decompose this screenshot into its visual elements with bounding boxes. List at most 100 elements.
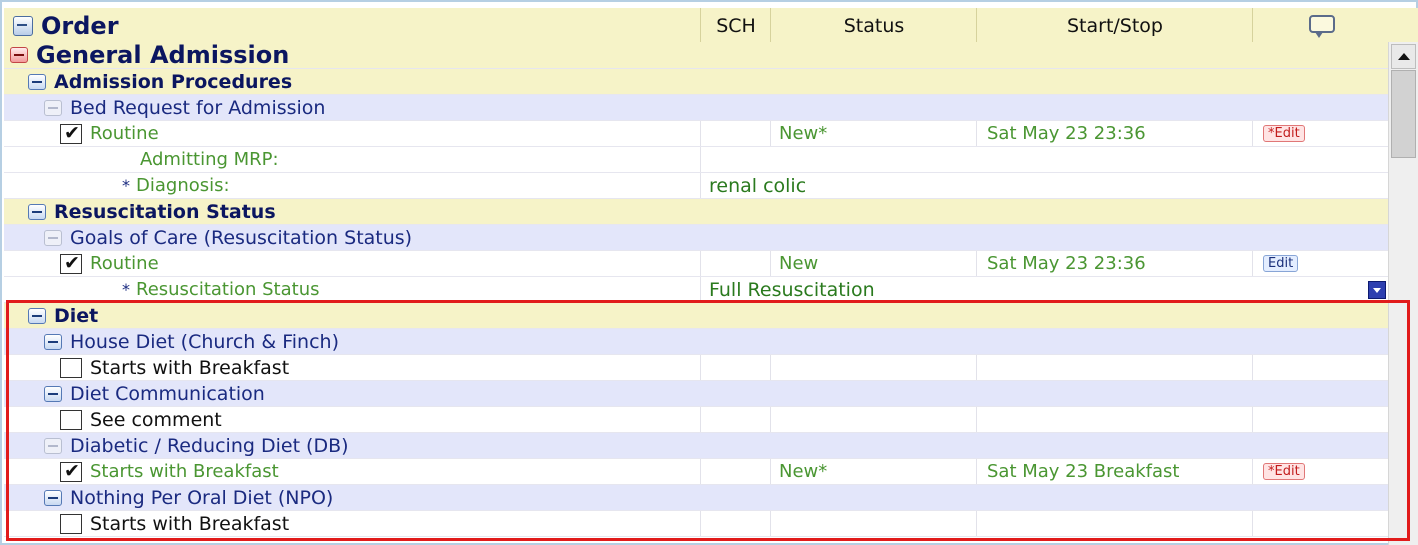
detail-label-wrap: * Resuscitation Status	[122, 277, 319, 302]
order-sentence-wrap: See comment	[60, 407, 222, 432]
vertical-scrollbar[interactable]	[1388, 42, 1418, 545]
order-label-wrap: Nothing Per Oral Diet (NPO)	[44, 485, 333, 510]
category-resuscitation-status: Resuscitation Status	[4, 199, 1388, 225]
order-sentence-label: See comment	[90, 408, 222, 431]
detail-label-wrap: Admitting MRP:	[140, 147, 279, 172]
collapse-icon[interactable]	[44, 385, 62, 402]
start-cell: Sat May 23 Breakfast	[976, 459, 1252, 484]
scroll-up-arrow-icon[interactable]	[1391, 44, 1416, 69]
order-house-diet: House Diet (Church & Finch)	[4, 329, 1388, 355]
order-sentence-label: Starts with Breakfast	[90, 461, 279, 482]
header-comment[interactable]	[1252, 8, 1391, 42]
order-sentence-label: Routine	[90, 123, 159, 144]
order-list: General Admission Admission Procedures B…	[4, 41, 1388, 537]
detail-value-cell[interactable]: renal colic	[700, 173, 1388, 198]
order-sentence-row[interactable]: Starts with Breakfast	[4, 511, 1388, 537]
edit-button[interactable]: *Edit	[1263, 125, 1305, 142]
collapse-icon[interactable]	[10, 47, 28, 63]
order-sentence-wrap: Starts with Breakfast	[60, 355, 289, 380]
order-title: Goals of Care (Resuscitation Status)	[70, 226, 413, 249]
collapse-icon[interactable]	[28, 73, 46, 90]
status-cell: New	[770, 251, 976, 276]
collapse-icon[interactable]	[28, 307, 46, 324]
collapse-all-icon[interactable]	[13, 16, 33, 36]
start-value: Sat May 23 23:36	[987, 123, 1146, 144]
category-label-wrap: Diet	[28, 303, 98, 328]
order-bed-request: Bed Request for Admission	[4, 95, 1388, 121]
header-status[interactable]: Status	[770, 8, 977, 42]
order-sentence-wrap: Starts with Breakfast	[60, 511, 289, 536]
order-checkbox[interactable]	[60, 252, 82, 274]
order-panel: Order SCH Status Start/Stop General Admi…	[0, 0, 1418, 545]
header-start-stop[interactable]: Start/Stop	[976, 8, 1253, 42]
start-cell: Sat May 23 23:36	[976, 251, 1252, 276]
collapse-icon[interactable]	[44, 437, 62, 454]
section-general-admission: General Admission	[4, 41, 1388, 69]
order-sentence-row[interactable]: Starts with Breakfast New* Sat May 23 Br…	[4, 459, 1388, 485]
header-order-label: Order	[41, 12, 119, 40]
header-sch[interactable]: SCH	[700, 8, 771, 42]
edit-button[interactable]: *Edit	[1263, 463, 1305, 480]
collapse-icon[interactable]	[44, 99, 62, 116]
status-cell	[770, 355, 976, 380]
order-label-wrap: Bed Request for Admission	[44, 95, 325, 120]
required-marker: *	[122, 176, 130, 195]
order-label-wrap: Diabetic / Reducing Diet (DB)	[44, 433, 349, 458]
order-checkbox[interactable]	[60, 122, 82, 144]
status-cell: New*	[770, 459, 976, 484]
collapse-icon[interactable]	[44, 489, 62, 506]
category-title: Admission Procedures	[54, 70, 293, 93]
status-value: New*	[779, 461, 828, 482]
order-sentence-label: Routine	[90, 253, 159, 274]
order-diabetic-diet: Diabetic / Reducing Diet (DB)	[4, 433, 1388, 459]
order-sentence-row[interactable]: Routine New* Sat May 23 23:36 *Edit	[4, 121, 1388, 147]
status-value: New*	[779, 123, 828, 144]
status-cell: New*	[770, 121, 976, 146]
collapse-icon[interactable]	[44, 333, 62, 350]
category-admission-procedures: Admission Procedures	[4, 69, 1388, 95]
detail-value-select[interactable]: Full Resuscitation	[700, 277, 1388, 302]
sch-cell	[700, 459, 770, 484]
edit-cell: Edit	[1252, 251, 1388, 276]
dropdown-arrow-icon[interactable]	[1368, 281, 1386, 299]
edit-button[interactable]: Edit	[1263, 255, 1299, 272]
start-cell: Sat May 23 23:36	[976, 121, 1252, 146]
scroll-thumb[interactable]	[1391, 70, 1416, 158]
detail-label: Diagnosis:	[136, 175, 230, 196]
detail-label: Admitting MRP:	[140, 149, 279, 170]
detail-value-cell[interactable]	[700, 147, 1388, 172]
order-sentence-row[interactable]: Starts with Breakfast	[4, 355, 1388, 381]
order-sentence-row[interactable]: See comment	[4, 407, 1388, 433]
detail-admitting-mrp[interactable]: Admitting MRP:	[4, 147, 1388, 173]
order-label-wrap: Goals of Care (Resuscitation Status)	[44, 225, 412, 250]
order-sentence-wrap: Starts with Breakfast	[60, 459, 279, 484]
detail-label: Resuscitation Status	[136, 279, 320, 300]
edit-cell: *Edit	[1252, 121, 1388, 146]
sch-cell	[700, 251, 770, 276]
order-checkbox[interactable]	[60, 357, 82, 378]
edit-cell	[1252, 355, 1388, 380]
sch-cell	[700, 355, 770, 380]
sch-cell	[700, 407, 770, 432]
detail-resuscitation-status[interactable]: * Resuscitation Status Full Resuscitatio…	[4, 277, 1388, 303]
collapse-icon[interactable]	[28, 203, 46, 220]
order-checkbox[interactable]	[60, 513, 82, 534]
column-header: Order SCH Status Start/Stop	[4, 8, 1418, 43]
detail-value: renal colic	[709, 174, 807, 197]
category-label-wrap: Admission Procedures	[28, 69, 292, 94]
category-title: Diet	[54, 304, 99, 327]
detail-value: Full Resuscitation	[709, 278, 875, 301]
detail-label-wrap: * Diagnosis:	[122, 173, 230, 198]
order-diet-communication: Diet Communication	[4, 381, 1388, 407]
order-sentence-row[interactable]: Routine New Sat May 23 23:36 Edit	[4, 251, 1388, 277]
order-title: Nothing Per Oral Diet (NPO)	[70, 486, 334, 509]
order-sentence-wrap: Routine	[60, 251, 159, 276]
header-order: Order	[4, 8, 700, 42]
detail-diagnosis[interactable]: * Diagnosis: renal colic	[4, 173, 1388, 199]
collapse-icon[interactable]	[44, 229, 62, 246]
sch-cell	[700, 511, 770, 536]
order-checkbox[interactable]	[60, 409, 82, 430]
order-sentence-label: Starts with Breakfast	[90, 356, 290, 379]
order-checkbox[interactable]	[60, 460, 82, 482]
start-value: Sat May 23 Breakfast	[987, 461, 1180, 482]
